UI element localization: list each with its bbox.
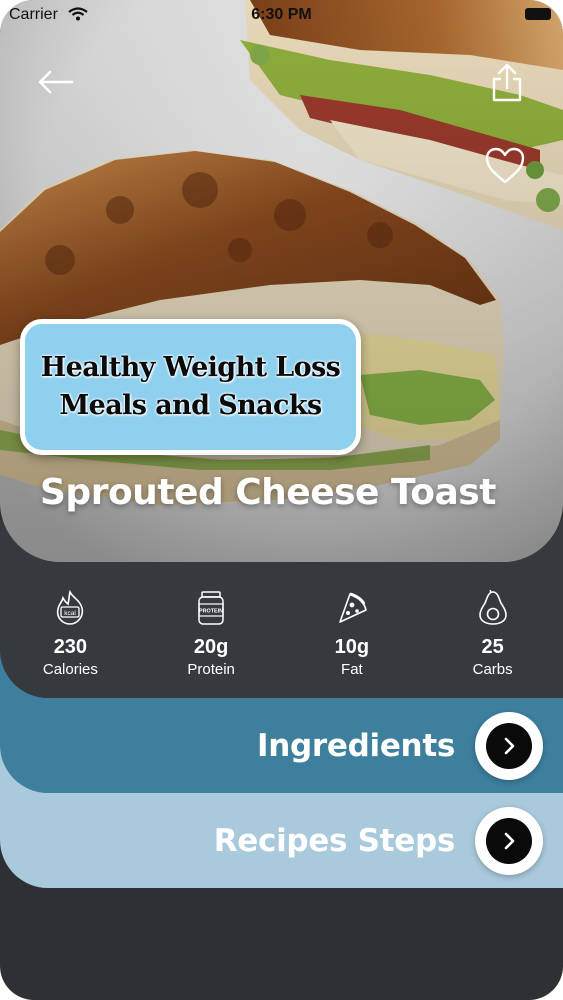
clock: 6:30 PM bbox=[251, 6, 312, 23]
calories-label: Calories bbox=[42, 661, 98, 678]
calories-value: 230 bbox=[53, 636, 88, 658]
pizza-slice-icon bbox=[339, 592, 367, 623]
app-promo-badge: Healthy Weight Loss Meals and Snacks bbox=[20, 319, 361, 455]
carbs-value: 25 bbox=[481, 636, 504, 658]
nutrition-protein: PROTEIN 20g Protein bbox=[141, 590, 282, 690]
fat-value: 10g bbox=[334, 636, 370, 658]
phone-screen: Carrier 6:30 PM Healthy Weight Loss Meal… bbox=[0, 0, 563, 1000]
battery-icon bbox=[525, 8, 551, 20]
avocado-icon bbox=[478, 590, 507, 625]
badge-line-2: Meals and Snacks bbox=[59, 390, 322, 421]
heart-icon[interactable] bbox=[484, 146, 526, 186]
protein-label: Protein bbox=[187, 661, 235, 678]
ingredients-button[interactable] bbox=[475, 712, 543, 780]
chevron-right-icon bbox=[504, 737, 515, 755]
recipe-steps-button[interactable] bbox=[475, 807, 543, 875]
recipe-steps-label[interactable]: Recipes Steps bbox=[214, 823, 456, 859]
carbs-label: Carbs bbox=[472, 661, 513, 678]
kcal-flame-icon: kcal bbox=[57, 590, 84, 625]
nutrition-calories: kcal 230 Calories bbox=[0, 590, 141, 690]
back-arrow-icon[interactable] bbox=[36, 66, 74, 98]
chevron-right-icon bbox=[504, 832, 515, 850]
nutrition-fat: 10g Fat bbox=[282, 590, 423, 690]
protein-jar-icon: PROTEIN bbox=[198, 591, 224, 625]
badge-line-1: Healthy Weight Loss bbox=[40, 352, 341, 383]
recipe-steps-row[interactable]: Recipes Steps bbox=[214, 807, 543, 875]
nutrition-carbs: 25 Carbs bbox=[422, 590, 563, 690]
protein-icon-text: PROTEIN bbox=[199, 609, 223, 615]
ingredients-label[interactable]: Ingredients bbox=[257, 728, 455, 764]
status-bar: Carrier 6:30 PM bbox=[0, 0, 563, 30]
kcal-icon-text: kcal bbox=[65, 610, 77, 617]
nutrition-row: kcal 230 Calories PROTEIN 20g Protein 10… bbox=[0, 590, 563, 690]
fat-label: Fat bbox=[341, 661, 363, 678]
share-icon[interactable] bbox=[490, 62, 524, 104]
recipe-title: Sprouted Cheese Toast bbox=[40, 472, 496, 513]
ingredients-row[interactable]: Ingredients bbox=[257, 712, 543, 780]
protein-value: 20g bbox=[193, 636, 229, 658]
